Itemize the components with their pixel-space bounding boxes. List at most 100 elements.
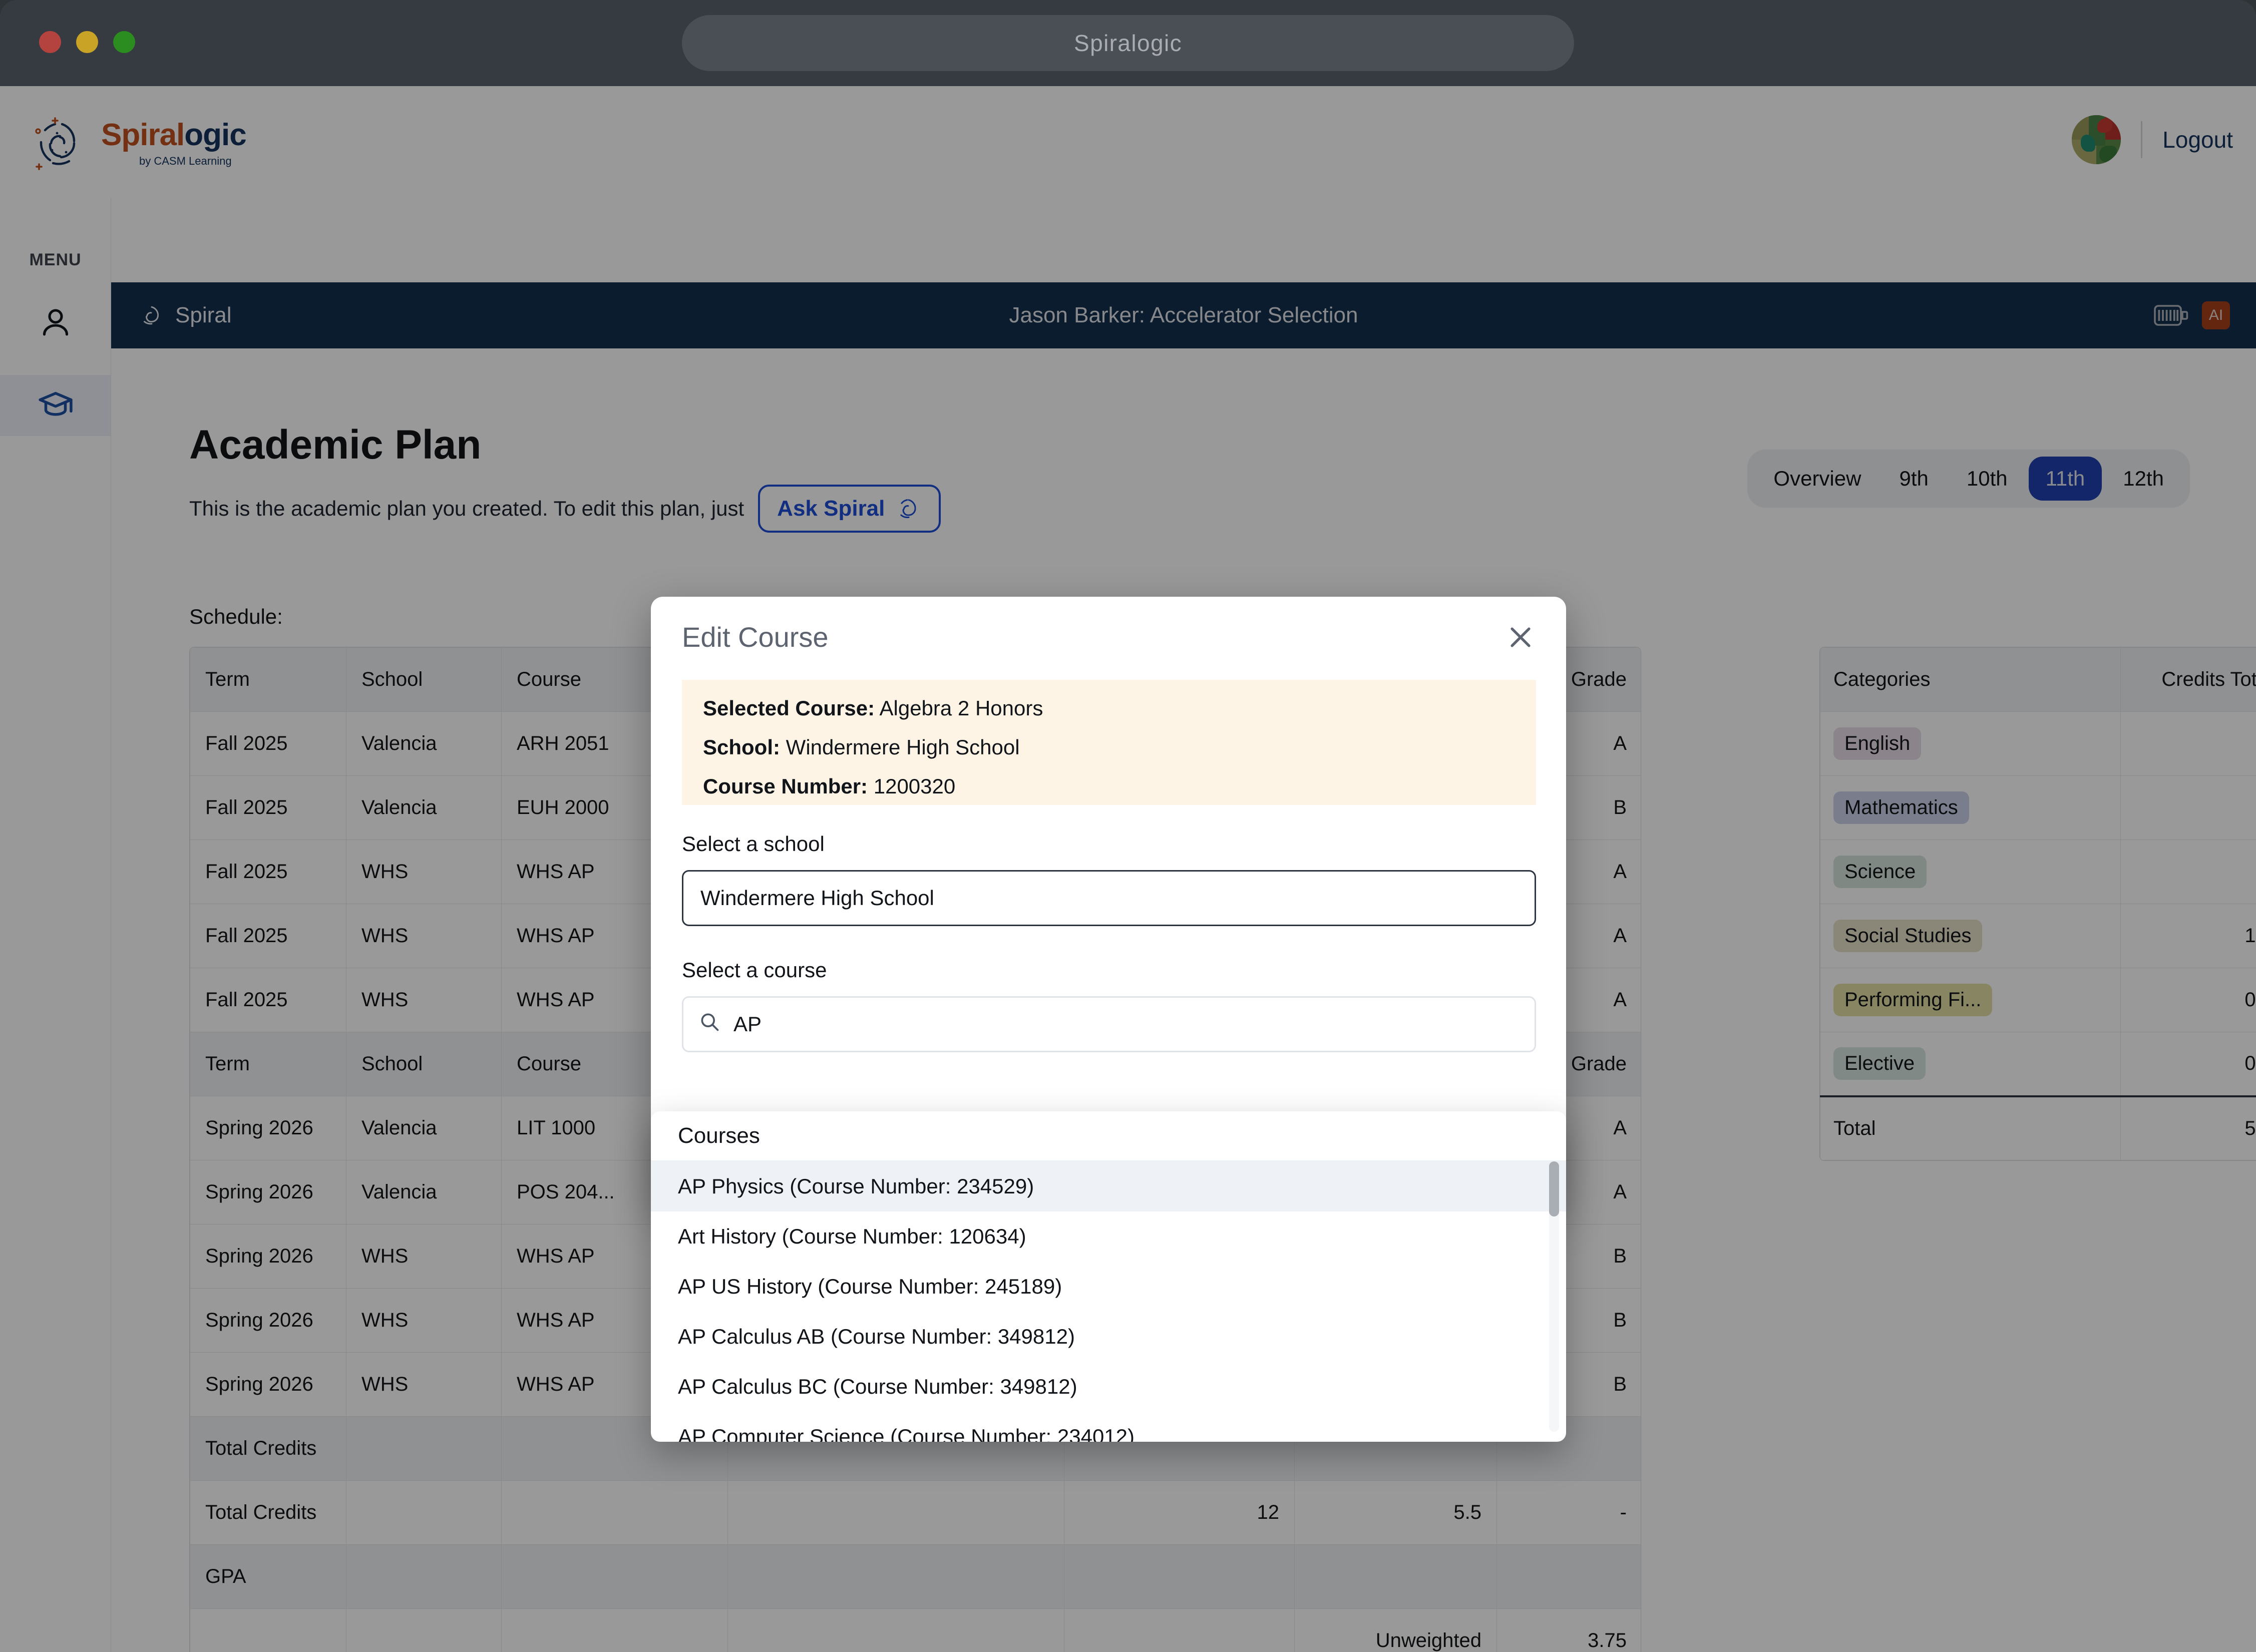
course-dropdown: Courses AP Physics (Course Number: 23452… xyxy=(651,1111,1566,1442)
brand-word-b: ogic xyxy=(184,118,246,152)
tab-9th[interactable]: 9th xyxy=(1882,457,1945,501)
window-titlebar: Spiralogic xyxy=(0,0,2256,86)
modal-header: Edit Course xyxy=(651,597,1566,680)
dropdown-item[interactable]: AP Physics (Course Number: 234529) xyxy=(651,1161,1566,1211)
school-select-value: Windermere High School xyxy=(700,886,934,910)
ask-spiral-button[interactable]: Ask Spiral xyxy=(758,485,941,533)
maximize-window-button[interactable] xyxy=(113,31,135,53)
page-subtitle-row: This is the academic plan you created. T… xyxy=(189,485,941,533)
gpa-unweighted-row: Unweighted 3.75 xyxy=(190,1608,1641,1652)
cell-school: WHS xyxy=(346,968,502,1032)
cell-term: Fall 2025 xyxy=(190,904,346,968)
app-window: Spiralogic by CASM Learning Logout MENU xyxy=(0,86,2256,1652)
selected-course-info: Selected Course: Algebra 2 Honors School… xyxy=(682,680,1536,805)
header-right: Logout xyxy=(2072,115,2233,164)
tab-12th[interactable]: 12th xyxy=(2106,457,2181,501)
col-term: Term xyxy=(190,647,346,712)
schedule-label: Schedule: xyxy=(189,605,283,628)
dropdown-scroll-thumb[interactable] xyxy=(1549,1161,1559,1216)
dropdown-item[interactable]: AP Calculus AB (Course Number: 349812) xyxy=(651,1312,1566,1362)
category-chip-science: Science xyxy=(1833,856,1927,888)
brand-word-a: Spiral xyxy=(101,118,185,152)
info-school-label: School: xyxy=(703,735,780,759)
cell-school: WHS xyxy=(346,840,502,904)
gpa-unweighted-value: 3.75 xyxy=(1496,1608,1641,1652)
category-chip-english: English xyxy=(1833,727,1922,760)
categories-table: Categories Credits Total English 1 Mathe… xyxy=(1819,647,2256,1161)
header-divider xyxy=(2141,121,2143,158)
app-header: Spiralogic by CASM Learning Logout xyxy=(0,86,2256,197)
page-subtitle: This is the academic plan you created. T… xyxy=(189,497,744,520)
tab-10th[interactable]: 10th xyxy=(1950,457,2025,501)
categories-total-row: Total 5.5 xyxy=(1820,1095,2256,1160)
cell-school: Valencia xyxy=(346,1096,502,1160)
course-search-value: AP xyxy=(733,1012,762,1036)
navbar-right: AI xyxy=(2154,301,2230,329)
total-credits-count: 12 xyxy=(1064,1480,1295,1545)
gpa-label: GPA xyxy=(190,1544,346,1609)
total-credits-value: 5.5 xyxy=(1294,1480,1497,1545)
cell-term: Spring 2026 xyxy=(190,1352,346,1417)
brand-logo[interactable]: Spiralogic by CASM Learning xyxy=(29,110,247,174)
categories-total-value: 5.5 xyxy=(2120,1095,2256,1160)
cell-term: Spring 2026 xyxy=(190,1160,346,1224)
course-search-input[interactable]: AP xyxy=(682,996,1536,1052)
cell-school: Valencia xyxy=(346,711,502,776)
category-credits: 1.5 xyxy=(2120,904,2256,968)
sidebar-item-academic-plan[interactable] xyxy=(0,375,111,436)
total-credits-label-2: Total Credits xyxy=(190,1480,346,1545)
logout-button[interactable]: Logout xyxy=(2162,126,2233,153)
info-school: School: Windermere High School xyxy=(703,737,1515,758)
window-controls[interactable] xyxy=(39,31,135,53)
tab-overview[interactable]: Overview xyxy=(1756,457,1878,501)
navbar-title: Jason Barker: Accelerator Selection xyxy=(1009,303,1358,327)
spiral-logo-icon xyxy=(29,110,93,174)
col-categories: Categories xyxy=(1820,647,2121,712)
cell-school: WHS xyxy=(346,1352,502,1417)
info-selected-course-label: Selected Course: xyxy=(703,696,875,720)
sidebar-item-profile[interactable] xyxy=(0,292,111,353)
category-chip-elective: Elective xyxy=(1833,1047,1926,1080)
tab-11th[interactable]: 11th xyxy=(2028,457,2102,501)
minimize-window-button[interactable] xyxy=(76,31,98,53)
grade-tabs[interactable]: Overview 9th 10th 11th 12th xyxy=(1747,450,2190,508)
ai-badge[interactable]: AI xyxy=(2202,301,2230,329)
info-course-number-label: Course Number: xyxy=(703,774,868,798)
browser-tab[interactable]: Spiralogic xyxy=(682,15,1574,71)
category-row: Social Studies 1.5 xyxy=(1820,904,2256,968)
avatar[interactable] xyxy=(2072,115,2121,164)
gpa-header-row: GPA xyxy=(190,1544,1641,1609)
info-selected-course: Selected Course: Algebra 2 Honors xyxy=(703,698,1515,719)
categories-header-row: Categories Credits Total xyxy=(1820,647,2256,712)
cell-term: Fall 2025 xyxy=(190,711,346,776)
category-chip-mathematics: Mathematics xyxy=(1833,791,1969,824)
dropdown-item[interactable]: AP Computer Science (Course Number: 2340… xyxy=(651,1412,1566,1442)
course-field-label: Select a course xyxy=(682,958,827,982)
info-selected-course-value: Algebra 2 Honors xyxy=(879,696,1043,720)
graduation-cap-icon xyxy=(36,386,75,425)
school-select-input[interactable]: Windermere High School xyxy=(682,870,1536,926)
cell-term: Spring 2026 xyxy=(190,1096,346,1160)
dropdown-item[interactable]: AP US History (Course Number: 245189) xyxy=(651,1262,1566,1312)
ask-spiral-label: Ask Spiral xyxy=(777,496,885,521)
window-title: Spiralogic xyxy=(1074,30,1182,56)
total-credits-grade: - xyxy=(1496,1480,1641,1545)
categories-total-label: Total xyxy=(1820,1095,2121,1160)
cell-term: Fall 2025 xyxy=(190,775,346,840)
cell-school: WHS xyxy=(346,1288,502,1353)
cell-term: Spring 2026 xyxy=(190,1224,346,1289)
spiral-navbar: Spiral Jason Barker: Accelerator Selecti… xyxy=(111,282,2256,348)
cell-term: Fall 2025 xyxy=(190,840,346,904)
close-icon[interactable] xyxy=(1506,623,1535,652)
dropdown-scrollbar[interactable] xyxy=(1549,1161,1559,1432)
dropdown-item[interactable]: Art History (Course Number: 120634) xyxy=(651,1211,1566,1262)
cell-school: Valencia xyxy=(346,1160,502,1224)
cell-term: Fall 2025 xyxy=(190,968,346,1032)
total-credits-row: Total Credits 12 5.5 - xyxy=(190,1480,1641,1545)
person-icon xyxy=(38,304,74,340)
total-credits-label: Total Credits xyxy=(190,1416,346,1481)
category-credits: 0.5 xyxy=(2120,1032,2256,1096)
dropdown-item[interactable]: AP Calculus BC (Course Number: 349812) xyxy=(651,1362,1566,1412)
school-field-label: Select a school xyxy=(682,832,825,856)
close-window-button[interactable] xyxy=(39,31,61,53)
